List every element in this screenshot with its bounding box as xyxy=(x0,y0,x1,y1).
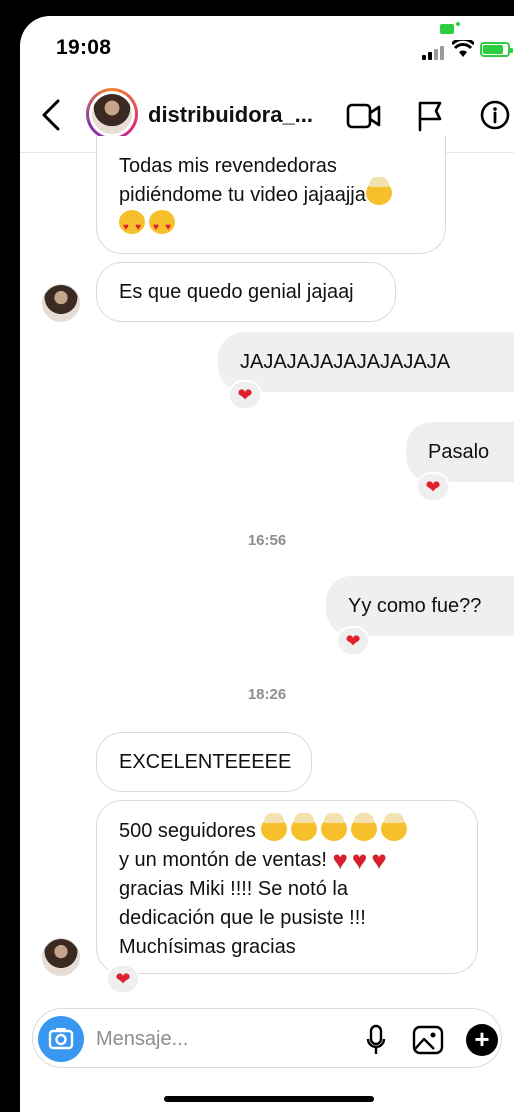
gallery-icon[interactable] xyxy=(412,1024,444,1056)
username[interactable]: distribuidora_... xyxy=(148,102,313,128)
red-heart-emoji-icon: ♥ xyxy=(332,845,348,875)
red-heart-emoji-icon: ♥ xyxy=(351,845,368,875)
message-bubble-incoming[interactable]: Todas mis revendedoras pidiéndome tu vid… xyxy=(96,136,446,254)
message-text: 500 seguidores xyxy=(119,820,256,842)
red-heart-icon: ❤ xyxy=(345,631,361,651)
message-bubble-incoming[interactable]: EXCELENTEEEEE xyxy=(96,732,312,792)
signal-icon xyxy=(422,46,444,60)
mind-blown-emoji-icon xyxy=(381,813,408,841)
message-text: gracias Miki !!!! Se notó la xyxy=(119,878,348,900)
red-heart-emoji-icon: ♥ xyxy=(371,845,387,875)
mind-blown-emoji-icon xyxy=(291,813,318,841)
message-text: Es que quedo genial jajaaj xyxy=(119,281,354,303)
plus-icon[interactable]: + xyxy=(466,1024,498,1056)
heart-eyes-emoji-icon xyxy=(119,210,145,242)
home-indicator xyxy=(164,1096,374,1102)
message-text: dedicación que le pusiste !!! xyxy=(119,907,366,929)
message-bubble-incoming[interactable]: 500 seguidores y un montón de ventas! ♥ ♥… xyxy=(96,800,478,974)
battery-icon xyxy=(480,42,513,57)
sender-avatar[interactable] xyxy=(42,938,80,976)
privacy-dot-icon xyxy=(456,22,460,26)
mind-blown-emoji-icon xyxy=(365,177,392,205)
video-call-icon[interactable] xyxy=(346,102,382,130)
instagram-dm-screen: 19:08 distribuidora_... Todas mis revend… xyxy=(20,16,514,1112)
message-reaction[interactable]: ❤ xyxy=(106,964,140,994)
info-icon[interactable] xyxy=(480,100,510,130)
message-bubble-outgoing[interactable]: JAJAJAJAJAJAJAJAJA xyxy=(218,332,514,392)
camera-icon xyxy=(48,1028,74,1050)
timestamp: 18:26 xyxy=(247,686,287,703)
microphone-icon[interactable] xyxy=(366,1024,386,1056)
sender-avatar[interactable] xyxy=(42,284,80,322)
message-bubble-incoming[interactable]: Es que quedo genial jajaaj xyxy=(96,262,396,322)
mind-blown-emoji-icon xyxy=(351,813,378,841)
message-reaction[interactable]: ❤ xyxy=(416,472,450,502)
timestamp: 16:56 xyxy=(247,532,287,549)
message-text: JAJAJAJAJAJAJAJAJA xyxy=(240,351,451,373)
message-reaction[interactable]: ❤ xyxy=(228,380,262,410)
message-text: Pasalo xyxy=(428,441,490,463)
message-reaction[interactable]: ❤ xyxy=(336,626,370,656)
mind-blown-emoji-icon xyxy=(321,813,348,841)
camera-button[interactable] xyxy=(38,1016,84,1062)
red-heart-icon: ❤ xyxy=(425,477,441,497)
message-text: Yy como fue?? xyxy=(348,595,482,617)
message-text: Muchísimas gracias xyxy=(119,936,296,958)
message-input[interactable]: Mensaje... xyxy=(96,1028,188,1051)
flag-icon[interactable] xyxy=(416,100,444,132)
heart-eyes-emoji-icon xyxy=(149,210,175,242)
message-bubble-outgoing[interactable]: Pasalo xyxy=(406,422,514,482)
message-text: pidiéndome tu video jajaajja xyxy=(119,184,366,206)
red-heart-icon: ❤ xyxy=(237,385,253,405)
status-time: 19:08 xyxy=(56,36,112,59)
red-heart-icon: ❤ xyxy=(115,969,131,989)
message-text: EXCELENTEEEEE xyxy=(119,751,292,773)
wifi-icon xyxy=(452,40,474,57)
camera-indicator-icon xyxy=(440,24,454,34)
message-text: y un montón de ventas! xyxy=(119,849,327,871)
back-icon[interactable] xyxy=(38,98,68,132)
profile-avatar[interactable] xyxy=(86,88,138,140)
mind-blown-emoji-icon xyxy=(261,813,288,841)
